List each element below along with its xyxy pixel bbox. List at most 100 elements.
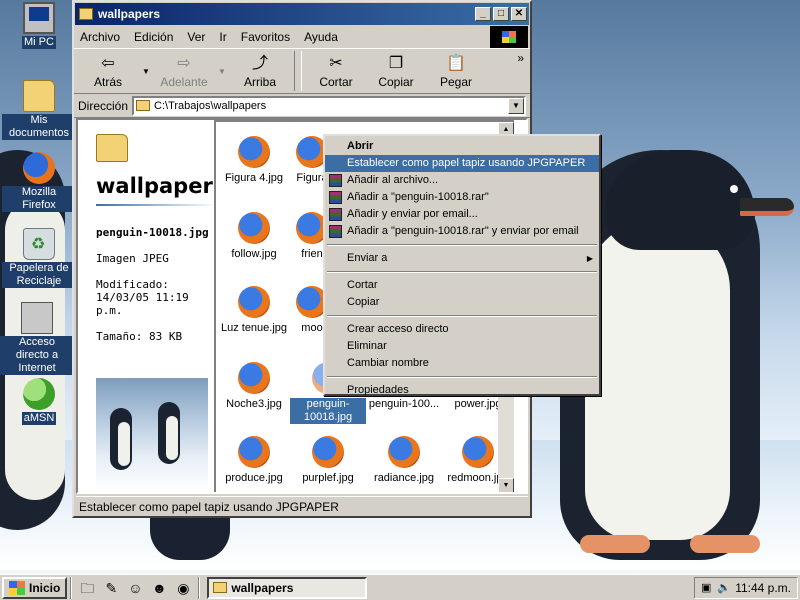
- forward-dropdown[interactable]: ▼: [214, 51, 230, 76]
- menu-item-eliminar[interactable]: Eliminar: [325, 338, 599, 355]
- menu-item-enviar-a[interactable]: Enviar a ▶: [325, 250, 599, 267]
- menu-item-label: Añadir al archivo...: [347, 174, 439, 186]
- desktop-icon-label: Papelera de Reciclaje: [2, 262, 76, 288]
- wallpaper-penguin-belly: [585, 220, 730, 540]
- windows-logo-icon: [490, 26, 528, 48]
- clipboard-icon: 📋: [446, 55, 466, 72]
- back-button[interactable]: ⇦ Atrás: [78, 51, 138, 89]
- up-button[interactable]: ⤴ Arriba: [230, 51, 290, 89]
- file-item[interactable]: produce.jpg: [216, 436, 292, 485]
- notepad-icon[interactable]: ✎: [101, 578, 121, 598]
- desktop-icon-firefox[interactable]: Mozilla Firefox: [2, 152, 76, 212]
- people-icon[interactable]: ☺: [125, 578, 145, 598]
- paste-button[interactable]: 📋 Pegar: [426, 51, 486, 89]
- title-underline: [96, 204, 214, 206]
- window-titlebar[interactable]: wallpapers _ □ ✕: [75, 3, 529, 25]
- toolbar: ⇦ Atrás ▼ ⇨ Adelante ▼ ⤴ Arriba ✂ Cortar…: [74, 48, 530, 94]
- up-label: Arriba: [243, 75, 276, 89]
- display-settings-icon[interactable]: ▣: [699, 581, 713, 595]
- start-button[interactable]: Inicio: [2, 576, 68, 599]
- scroll-down-button[interactable]: ▼: [498, 478, 514, 492]
- file-item[interactable]: Figura 4.jpg: [216, 136, 292, 185]
- copy-icon: ❐: [388, 55, 404, 72]
- menu-item-copiar[interactable]: Copiar: [325, 294, 599, 311]
- volume-icon[interactable]: 🔈: [717, 581, 731, 595]
- menu-separator: [327, 315, 597, 317]
- winrar-icon: [329, 191, 342, 204]
- desktop-icon-mi-pc[interactable]: Mi PC: [2, 2, 76, 49]
- desktop-icon-label: Mi PC: [22, 36, 56, 49]
- desktop-icon-papelera[interactable]: Papelera de Reciclaje: [2, 228, 76, 288]
- firefox-image-icon: [238, 362, 270, 394]
- selected-file-modified: Modificado: 14/03/05 11:19 p.m.: [96, 278, 189, 317]
- firefox-image-icon: [238, 436, 270, 468]
- menu-favoritos[interactable]: Favoritos: [241, 30, 290, 44]
- menu-separator: [327, 376, 597, 378]
- menu-item-label: Cortar: [347, 279, 378, 291]
- file-item[interactable]: radiance.jpg: [366, 436, 442, 485]
- menu-item-add-archive[interactable]: Añadir al archivo...: [325, 172, 599, 189]
- menu-item-label: Cambiar nombre: [347, 357, 429, 369]
- menu-ayuda[interactable]: Ayuda: [304, 30, 338, 44]
- minimize-button[interactable]: _: [475, 7, 491, 21]
- file-item-label: Figura 4.jpg: [224, 172, 284, 184]
- menu-item-propiedades[interactable]: Propiedades: [325, 382, 599, 399]
- menu-item-abrir[interactable]: Abrir: [325, 138, 599, 155]
- address-label: Dirección: [78, 98, 129, 113]
- emoticon-icon[interactable]: ☻: [149, 578, 169, 598]
- folder-icon: [23, 80, 55, 112]
- menu-item-cambiar-nombre[interactable]: Cambiar nombre: [325, 355, 599, 372]
- file-item-label: produce.jpg: [225, 472, 283, 484]
- menu-item-cortar[interactable]: Cortar: [325, 277, 599, 294]
- desktop-icon-label: Mis documentos: [2, 114, 76, 140]
- show-desktop-icon[interactable]: 🗀: [77, 578, 97, 598]
- toolbar-more-chevron[interactable]: »: [517, 51, 524, 65]
- copy-button[interactable]: ❐ Copiar: [366, 51, 426, 89]
- close-button[interactable]: ✕: [511, 7, 527, 21]
- menu-item-crear-acceso[interactable]: Crear acceso directo: [325, 321, 599, 338]
- file-item[interactable]: Noche3.jpg: [216, 362, 292, 411]
- firefox-icon[interactable]: ◉: [173, 578, 193, 598]
- menu-item-set-wallpaper[interactable]: Establecer como papel tapiz usando JPGPA…: [325, 155, 599, 172]
- menubar: Archivo Edición Ver Ir Favoritos Ayuda: [74, 26, 530, 48]
- menu-item-add-email[interactable]: Añadir y enviar por email...: [325, 206, 599, 223]
- address-dropdown-button[interactable]: ▼: [508, 97, 524, 114]
- menu-item-label: Eliminar: [347, 340, 387, 352]
- toolbar-separator: [294, 51, 302, 91]
- desktop-icon-mis-documentos[interactable]: Mis documentos: [2, 80, 76, 140]
- desktop-icon-label: Mozilla Firefox: [2, 186, 76, 212]
- address-bar: Dirección C:\Trabajos\wallpapers ▼: [74, 94, 530, 118]
- menu-edicion[interactable]: Edición: [134, 30, 173, 44]
- cut-button[interactable]: ✂ Cortar: [306, 51, 366, 89]
- clock[interactable]: 11:44 p.m.: [735, 581, 791, 595]
- cut-label: Cortar: [319, 75, 353, 89]
- address-input[interactable]: C:\Trabajos\wallpapers ▼: [132, 95, 526, 116]
- firefox-image-icon: [312, 436, 344, 468]
- scissors-icon: ✂: [329, 55, 343, 72]
- file-item-label: radiance.jpg: [374, 472, 434, 484]
- menu-item-label: Abrir: [347, 140, 374, 152]
- file-item[interactable]: purplef.jpg: [290, 436, 366, 485]
- firefox-image-icon: [462, 436, 494, 468]
- file-item[interactable]: Luz tenue.jpg: [216, 286, 292, 335]
- file-item-label: Luz tenue.jpg: [220, 322, 288, 334]
- task-button-wallpapers[interactable]: wallpapers: [207, 576, 368, 599]
- file-item[interactable]: follow.jpg: [216, 212, 292, 261]
- maximize-button[interactable]: □: [493, 7, 509, 21]
- computer-icon: [23, 2, 55, 34]
- menu-item-add-rar-email[interactable]: Añadir a "penguin-10018.rar" y enviar po…: [325, 223, 599, 240]
- firefox-image-icon: [238, 136, 270, 168]
- folder-icon: [96, 134, 128, 162]
- desktop-icon-acceso-internet[interactable]: Acceso directo a Internet: [0, 302, 74, 375]
- file-item-label: penguin-10018.jpg: [290, 398, 366, 424]
- menu-item-label: Añadir a "penguin-10018.rar": [347, 191, 489, 203]
- menu-ir[interactable]: Ir: [219, 30, 226, 44]
- menu-archivo[interactable]: Archivo: [80, 30, 120, 44]
- menu-item-add-rar[interactable]: Añadir a "penguin-10018.rar": [325, 189, 599, 206]
- desktop-icon-amsn[interactable]: aMSN: [2, 378, 76, 425]
- submenu-arrow-icon: ▶: [586, 254, 593, 263]
- menu-ver[interactable]: Ver: [187, 30, 205, 44]
- back-dropdown[interactable]: ▼: [138, 51, 154, 76]
- status-text: Establecer como papel tapiz usando JPGPA…: [79, 499, 339, 514]
- forward-button[interactable]: ⇨ Adelante: [154, 51, 214, 89]
